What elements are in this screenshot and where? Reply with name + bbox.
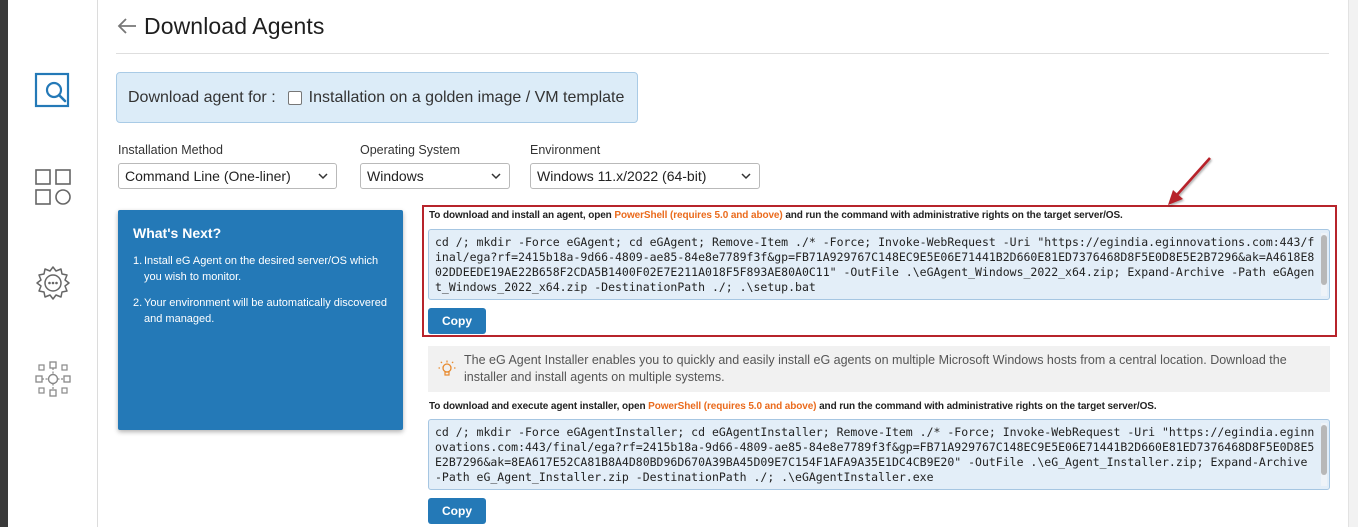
installer-command-instruction: To download and execute agent installer,…: [429, 401, 1157, 412]
page-header: Download Agents: [116, 10, 325, 42]
gear-settings-icon[interactable]: [34, 264, 72, 302]
whats-next-panel: What's Next? 1. Install eG Agent on the …: [118, 210, 403, 430]
grid-apps-icon[interactable]: [34, 168, 72, 206]
page-title: Download Agents: [144, 12, 325, 39]
installation-method-value: Command Line (One-liner): [125, 168, 291, 184]
powershell-label: PowerShell: [648, 401, 702, 412]
installation-method-select[interactable]: Command Line (One-liner): [118, 163, 337, 189]
operating-system-label: Operating System: [360, 143, 461, 157]
lightbulb-icon: [438, 360, 456, 376]
powershell-requirement: (requires 5.0 and above): [703, 401, 817, 412]
environment-value: Windows 11.x/2022 (64-bit): [537, 168, 707, 184]
installer-command-textarea[interactable]: cd /; mkdir -Force eGAgentInstaller; cd …: [428, 419, 1330, 490]
copy-installer-command-button[interactable]: Copy: [428, 498, 486, 524]
list-item: 2. Your environment will be automaticall…: [133, 295, 388, 327]
operating-system-select[interactable]: Windows: [360, 163, 510, 189]
network-topology-icon[interactable]: [34, 360, 72, 398]
window-scrollbar[interactable]: [1348, 0, 1358, 527]
textarea-scrollbar[interactable]: [1321, 425, 1327, 475]
chevron-down-icon: [491, 173, 501, 180]
list-item-text: Your environment will be automatically d…: [144, 297, 387, 325]
chevron-down-icon: [318, 173, 328, 180]
header-divider: [116, 53, 1329, 54]
arrow-left-icon[interactable]: [116, 15, 138, 37]
instruction-prefix: To download and execute agent installer,…: [429, 401, 646, 412]
installer-info-box: The eG Agent Installer enables you to qu…: [428, 346, 1330, 392]
window-edge: [0, 0, 8, 527]
installer-command-text: cd /; mkdir -Force eGAgentInstaller; cd …: [435, 425, 1315, 484]
golden-image-checkbox-label[interactable]: Installation on a golden image / VM temp…: [309, 89, 625, 107]
list-item: 1. Install eG Agent on the desired serve…: [133, 253, 388, 285]
instruction-suffix: and run the command with administrative …: [819, 401, 1157, 412]
red-arrow-annotation-icon: [1168, 157, 1211, 205]
operating-system-value: Windows: [367, 168, 424, 184]
whats-next-list: 1. Install eG Agent on the desired serve…: [133, 253, 388, 327]
highlight-annotation-box: [422, 205, 1337, 337]
environment-label: Environment: [530, 143, 601, 157]
installation-method-label: Installation Method: [118, 143, 223, 157]
list-item-number: 2.: [133, 297, 143, 309]
golden-image-option: Download agent for : Installation on a g…: [116, 72, 638, 123]
whats-next-title: What's Next?: [133, 225, 222, 241]
chevron-down-icon: [741, 173, 751, 180]
list-item-text: Install eG Agent on the desired server/O…: [144, 255, 379, 283]
search-monitor-icon[interactable]: [34, 72, 72, 110]
golden-image-checkbox[interactable]: [287, 90, 302, 105]
download-agent-for-label: Download agent for :: [128, 88, 276, 106]
installer-info-text: The eG Agent Installer enables you to qu…: [464, 353, 1287, 384]
side-rail: [8, 0, 98, 527]
list-item-number: 1.: [133, 255, 143, 267]
environment-select[interactable]: Windows 11.x/2022 (64-bit): [530, 163, 760, 189]
